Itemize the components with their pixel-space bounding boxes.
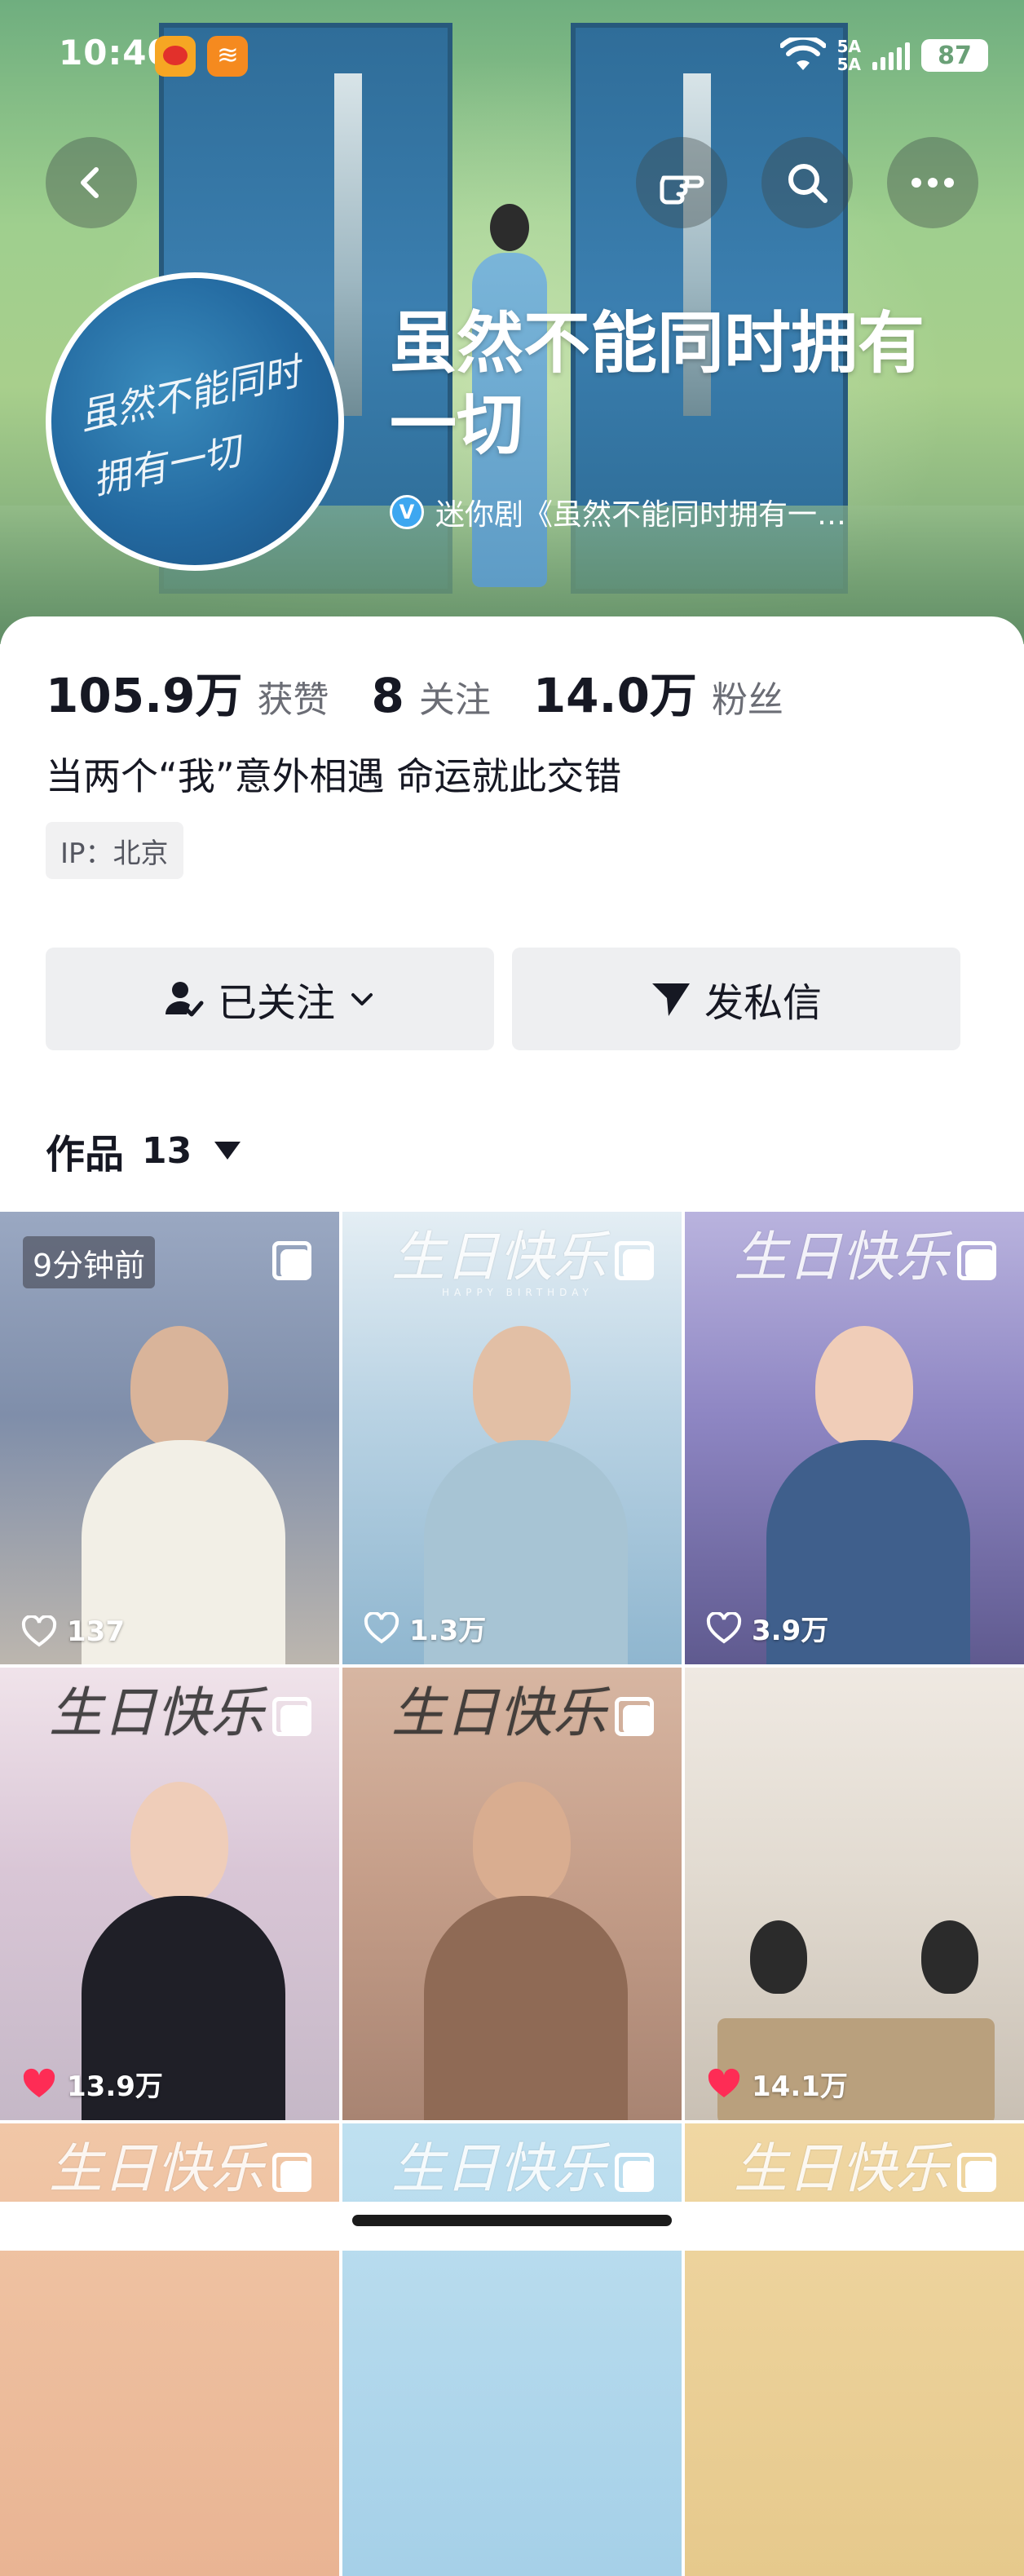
notification-app-icon: [207, 36, 248, 77]
wifi-icon: [779, 38, 826, 70]
tile-likes: 13.9万: [21, 2064, 163, 2104]
likes-count: 105.9万: [46, 668, 243, 723]
likes-count: 3.9万: [752, 1615, 829, 1647]
home-indicator[interactable]: [352, 2215, 672, 2226]
tile-title-art: 生日快乐: [391, 1681, 607, 1744]
works-count: 13: [142, 1129, 192, 1172]
search-icon: [788, 164, 828, 203]
video-grid: 9分钟前 137 生日快乐 HAPPY BIRTHDAY 1.3万 生日快乐 3…: [0, 1212, 1024, 2576]
profile-stats: 105.9万 获赞 8 关注 14.0万 粉丝: [46, 657, 826, 726]
more-button[interactable]: [887, 137, 978, 228]
verified-text: 迷你剧《虽然不能同时拥有一…: [435, 498, 847, 532]
bottom-safe-area: [0, 2202, 1024, 2251]
gesture-button[interactable]: [636, 137, 727, 228]
heart-outline-icon: [706, 1611, 742, 1643]
multi-image-icon: [615, 2153, 654, 2192]
followers-count: 14.0万: [532, 668, 697, 723]
multi-image-icon: [957, 2153, 996, 2192]
tile-likes: 14.1万: [706, 2064, 848, 2104]
tile-title-art: 生日快乐: [391, 2137, 607, 2200]
tile-likes: 1.3万: [364, 1608, 486, 1648]
avatar[interactable]: 虽然不能同时拥有一切: [46, 272, 344, 571]
verified-badge-icon: V: [390, 495, 424, 529]
network-label: 5A 5A: [836, 37, 861, 74]
likes-count: 1.3万: [409, 1615, 487, 1647]
tile-title-art: 生日快乐: [391, 1226, 607, 1288]
video-tile[interactable]: 生日快乐 13.9万: [0, 1668, 339, 2120]
likes-label[interactable]: 获赞: [257, 670, 329, 722]
profile-info-card: 105.9万 获赞 8 关注 14.0万 粉丝 当两个“我”意外相遇 命运就此交…: [0, 616, 1024, 1212]
ip-location-tag: IP：北京: [46, 822, 183, 879]
profile-bio: 当两个“我”意外相遇 命运就此交错: [46, 754, 622, 798]
hand-pointer-icon: [660, 175, 704, 205]
video-tile[interactable]: 生日快乐 3.9万: [685, 1212, 1024, 1664]
tile-title-art: 生日快乐: [49, 2137, 264, 2200]
multi-image-icon: [272, 1241, 311, 1280]
video-tile[interactable]: 9分钟前 137: [0, 1212, 339, 1664]
tile-title-art: 生日快乐: [734, 2137, 949, 2200]
likes-count: 13.9万: [67, 2070, 163, 2103]
heart-filled-icon: [23, 2068, 55, 2097]
weibo-app-icon: [155, 36, 196, 77]
video-tile[interactable]: 生日快乐: [342, 1668, 682, 2120]
chevron-down-icon: [351, 993, 373, 1005]
multi-image-icon: [615, 1241, 654, 1280]
following-label[interactable]: 关注: [419, 670, 491, 722]
caret-down-icon: [214, 1142, 241, 1160]
send-icon: [651, 983, 690, 1016]
tile-portrait: [73, 1318, 285, 1664]
follow-button[interactable]: 已关注: [46, 948, 494, 1050]
tile-portrait: [416, 1774, 628, 2120]
likes-count: 137: [67, 1615, 125, 1648]
message-button[interactable]: 发私信: [512, 948, 960, 1050]
followers-label[interactable]: 粉丝: [712, 670, 783, 722]
tile-title-art: 生日快乐: [49, 1681, 264, 1744]
heart-outline-icon: [21, 1615, 57, 1647]
more-horizontal-icon: [911, 178, 954, 188]
works-label: 作品: [46, 1132, 125, 1178]
back-button[interactable]: [46, 137, 137, 228]
banner-door-gap: [334, 73, 362, 416]
tile-likes: 3.9万: [706, 1608, 828, 1648]
multi-image-icon: [957, 1241, 996, 1280]
tile-likes: 137: [21, 1615, 125, 1648]
follow-button-label: 已关注: [217, 980, 335, 1026]
posted-time-badge: 9分钟前: [23, 1236, 156, 1288]
chevron-left-icon: [81, 167, 99, 198]
battery-icon: 87: [921, 39, 988, 72]
verified-row[interactable]: V 迷你剧《虽然不能同时拥有一…: [390, 491, 977, 533]
profile-name: 虽然不能同时拥有一切: [390, 305, 925, 464]
search-button[interactable]: [761, 137, 853, 228]
video-tile[interactable]: 生日快乐: [342, 2123, 682, 2576]
tile-title-art: 生日快乐: [734, 1226, 949, 1288]
message-button-label: 发私信: [704, 980, 822, 1026]
video-tile[interactable]: 14.1万: [685, 1668, 1024, 2120]
heart-outline-icon: [364, 1611, 399, 1643]
heart-filled-icon: [708, 2068, 740, 2097]
video-tile[interactable]: 生日快乐 HAPPY BIRTHDAY 1.3万: [342, 1212, 682, 1664]
multi-image-icon: [615, 1697, 654, 1736]
tile-subtitle-art: HAPPY BIRTHDAY: [442, 1287, 594, 1298]
likes-count: 14.1万: [752, 2070, 848, 2103]
works-tab[interactable]: 作品 13: [46, 1122, 241, 1179]
profile-header-banner: 10:40 5A 5A 87: [0, 0, 1024, 644]
multi-image-icon: [272, 2153, 311, 2192]
video-tile[interactable]: 生日快乐: [685, 2123, 1024, 2576]
avatar-calligraphy: 虽然不能同时拥有一切: [75, 349, 305, 503]
signal-icon: [872, 41, 910, 70]
status-indicators: 5A 5A 87: [779, 33, 988, 78]
video-tile[interactable]: 生日快乐: [0, 2123, 339, 2576]
following-count: 8: [371, 668, 404, 723]
user-check-icon: [165, 982, 204, 1017]
multi-image-icon: [272, 1697, 311, 1736]
